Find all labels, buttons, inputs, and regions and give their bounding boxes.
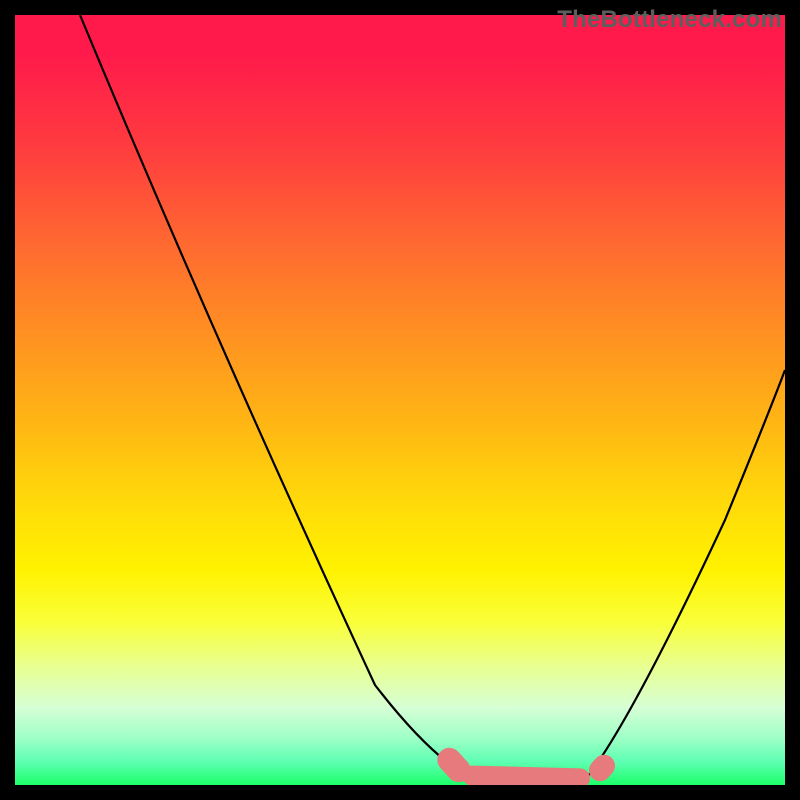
pink-seg-mid xyxy=(462,765,590,785)
plot-area xyxy=(15,15,785,785)
left-curve xyxy=(80,15,465,775)
right-curve xyxy=(589,370,785,775)
bottleneck-curves xyxy=(15,15,785,785)
watermark-text: TheBottleneck.com xyxy=(557,6,782,34)
chart-root: TheBottleneck.com xyxy=(0,0,800,800)
